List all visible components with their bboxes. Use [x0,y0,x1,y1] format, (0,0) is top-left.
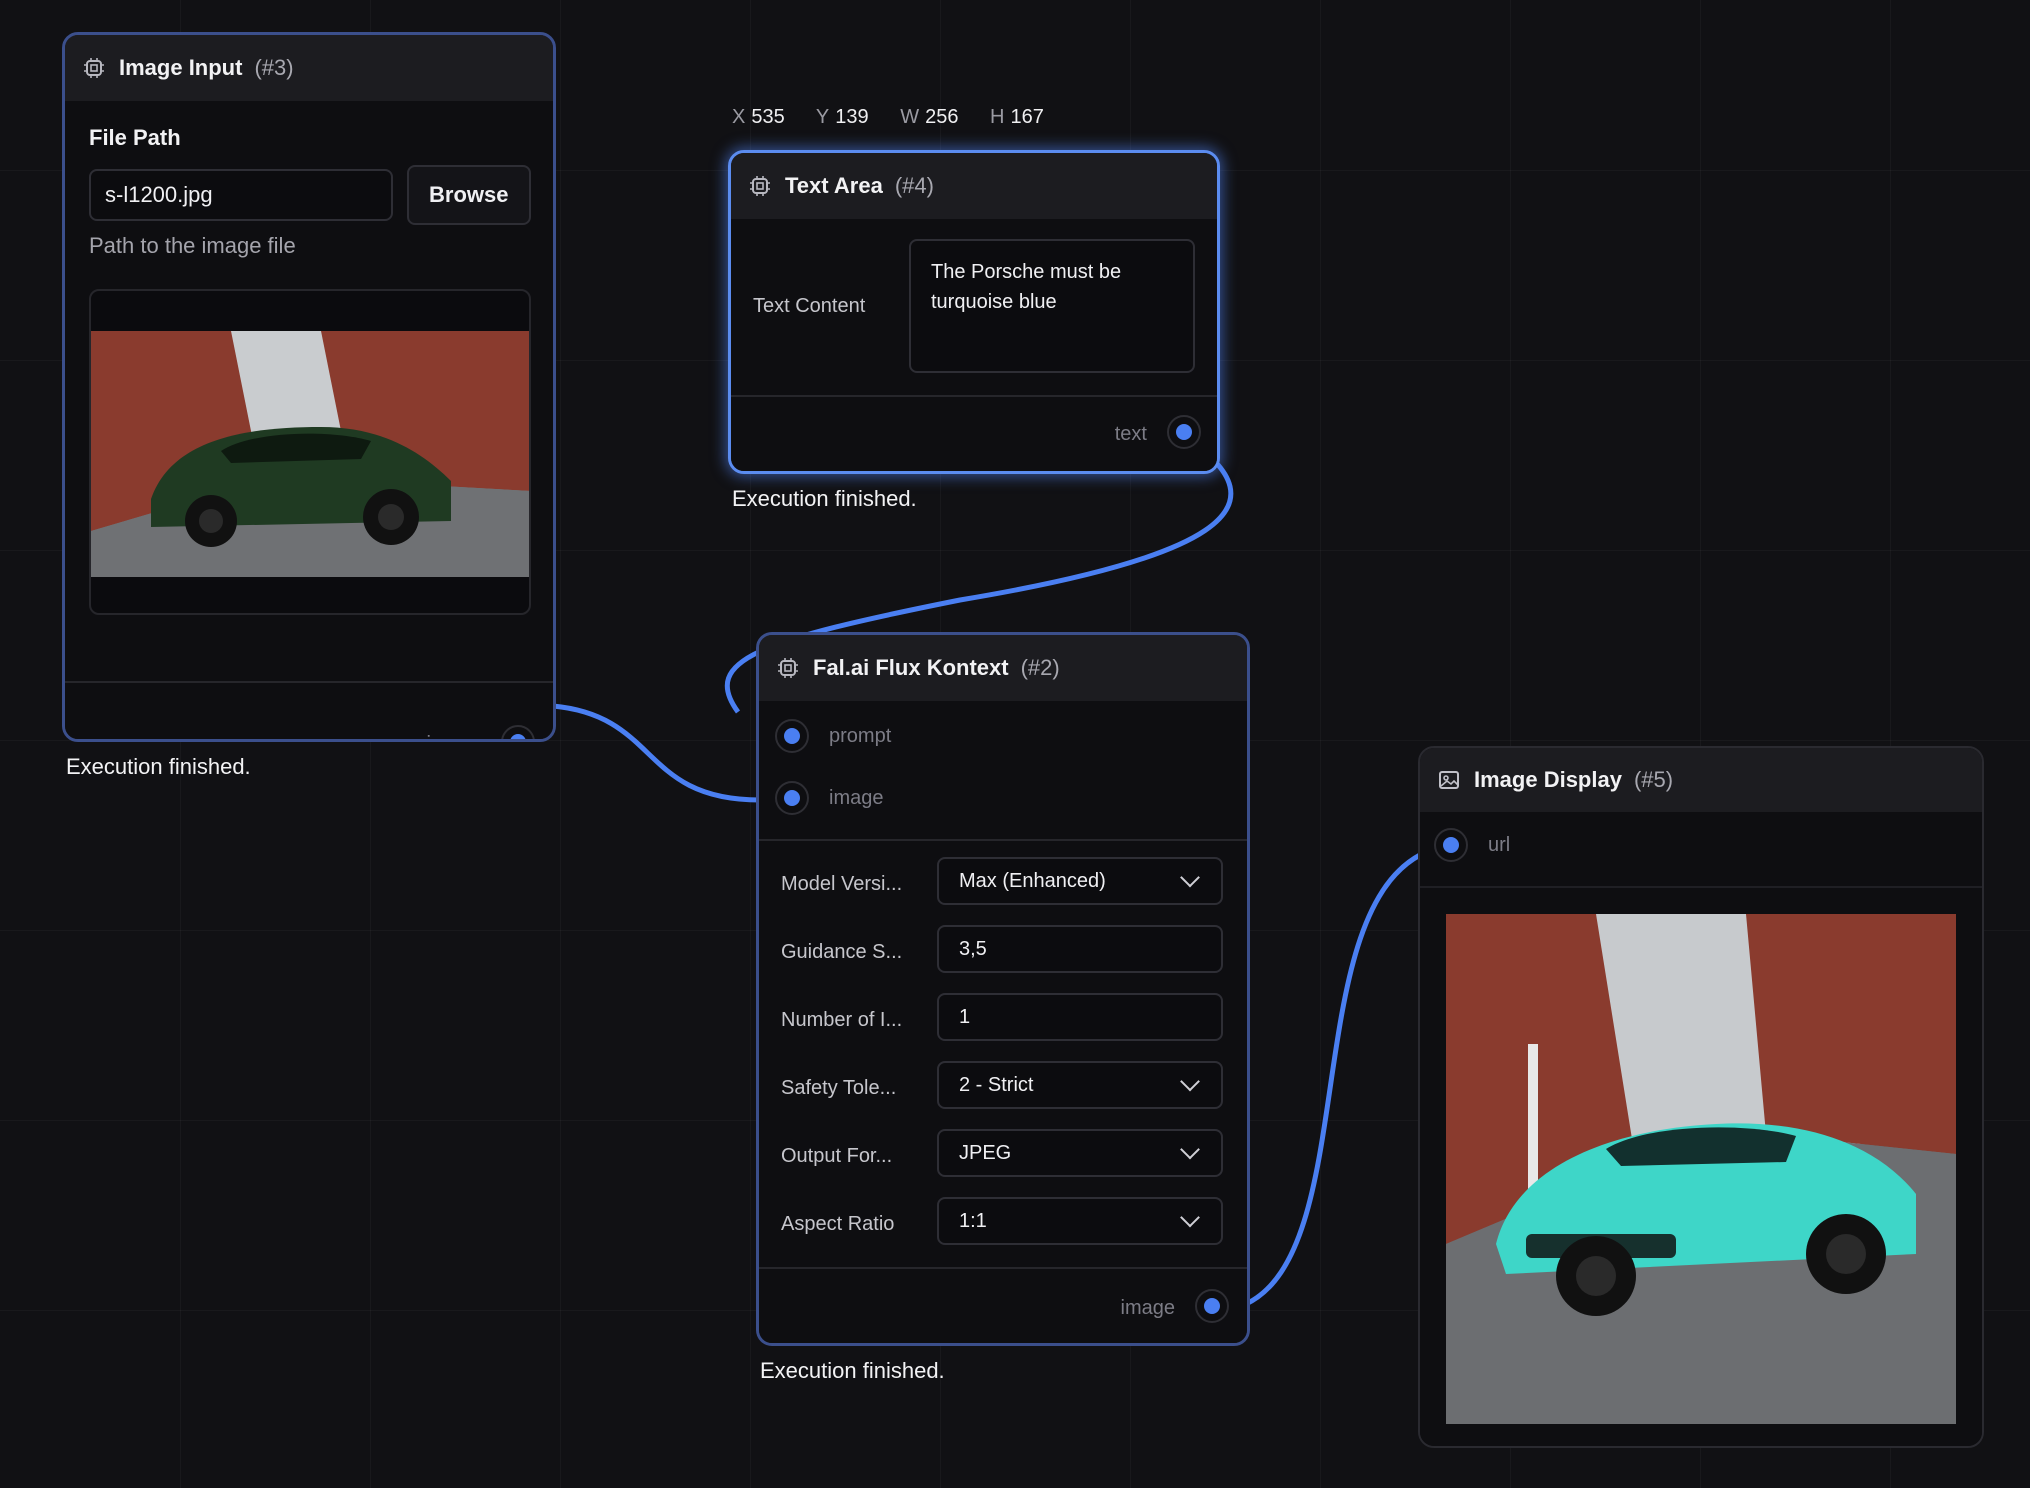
image-icon [1439,771,1459,789]
browse-button[interactable]: Browse [407,165,531,225]
flux-output-separator [759,1267,1247,1269]
output-format-label: Output For... [781,1145,893,1167]
safety-tolerance-select[interactable]: 2 - Strict [937,1061,1223,1109]
image-output-port[interactable] [501,725,535,739]
file-path-label: File Path [89,125,181,150]
node-title: Text Area [785,173,883,198]
wire-image-to-image [552,703,761,803]
number-of-images-input[interactable]: 1 [937,993,1223,1041]
chip-icon [750,176,770,196]
text-area-node[interactable]: Text Area (#4) Text Content The Porsche … [728,150,1220,474]
url-port-label: url [1488,834,1511,856]
image-port-label: image [829,787,884,809]
safety-tolerance-label: Safety Tole... [781,1077,897,1099]
text-area-separator [731,395,1217,397]
coord-h: 167 [1010,106,1044,128]
flux-status: Execution finished. [760,1358,945,1383]
flux-ports-separator [759,839,1247,841]
node-id: (#2) [1020,655,1060,680]
file-path-input[interactable]: s-l1200.jpg [89,169,393,221]
coord-y: 139 [835,106,869,128]
text-area-header[interactable]: Text Area (#4) [731,153,1217,219]
node-id: (#5) [1633,767,1674,792]
output-car-photo [1446,914,1956,1424]
output-format-select[interactable]: JPEG [937,1129,1223,1177]
prompt-input-port[interactable] [775,719,809,753]
chip-icon [778,658,798,678]
chevron-down-icon [1180,867,1200,888]
image-output-port[interactable] [1195,1289,1229,1323]
node-id: (#3) [254,55,294,80]
text-area-status: Execution finished. [732,486,917,511]
aspect-ratio-select[interactable]: 1:1 [937,1197,1223,1245]
selection-coords: X 535 Y 139 W 256 H 167 [732,106,1044,128]
model-version-select[interactable]: Max (Enhanced) [937,857,1223,905]
flux-body: prompt image Model Versi... Max (Enhance… [759,701,1247,1343]
chevron-down-icon [1180,1207,1200,1228]
chevron-down-icon [1180,1139,1200,1160]
text-content-input[interactable]: The Porsche must be turquoise blue [909,239,1195,373]
image-input-body: File Path s-l1200.jpg Browse Path to the… [65,101,553,739]
image-input-status: Execution finished. [66,754,251,779]
node-title: Image Display [1474,767,1622,792]
image-display-body: url [1420,812,1982,1446]
image-input-separator [65,681,553,683]
flux-header[interactable]: Fal.ai Flux Kontext (#2) [759,635,1247,701]
guidance-scale-label: Guidance S... [781,941,903,963]
file-path-hint: Path to the image file [89,233,296,258]
image-display-node[interactable]: Image Display (#5) url [1418,746,1984,1448]
text-content-label: Text Content [753,295,866,317]
coord-x: 535 [751,106,785,128]
output-port-label: image [427,733,481,739]
text-output-port[interactable] [1167,415,1201,449]
prompt-port-label: prompt [829,725,892,747]
url-input-port[interactable] [1434,828,1468,862]
image-display-header[interactable]: Image Display (#5) [1420,748,1982,812]
node-id: (#4) [894,173,934,198]
chip-icon [84,58,104,78]
number-of-images-label: Number of I... [781,1009,903,1031]
model-version-label: Model Versi... [781,873,903,895]
text-area-body: Text Content The Porsche must be turquoi… [731,219,1217,471]
coord-w: 256 [925,106,959,128]
node-title: Fal.ai Flux Kontext [813,655,1009,680]
aspect-ratio-label: Aspect Ratio [781,1213,895,1235]
image-input-header[interactable]: Image Input (#3) [65,35,553,101]
flux-kontext-node[interactable]: Fal.ai Flux Kontext (#2) prompt image Mo… [756,632,1250,1346]
image-input-port[interactable] [775,781,809,815]
output-port-label: image [1120,1297,1175,1319]
guidance-scale-input[interactable]: 3,5 [937,925,1223,973]
wire-flux-to-display [1244,852,1422,1307]
input-car-photo [91,331,529,577]
output-port-label: text [1114,423,1147,445]
node-title: Image Input [119,55,243,80]
image-display-separator [1420,886,1982,888]
image-input-node[interactable]: Image Input (#3) File Path s-l1200.jpg B… [62,32,556,742]
chevron-down-icon [1180,1071,1200,1092]
image-preview-frame [89,289,531,615]
